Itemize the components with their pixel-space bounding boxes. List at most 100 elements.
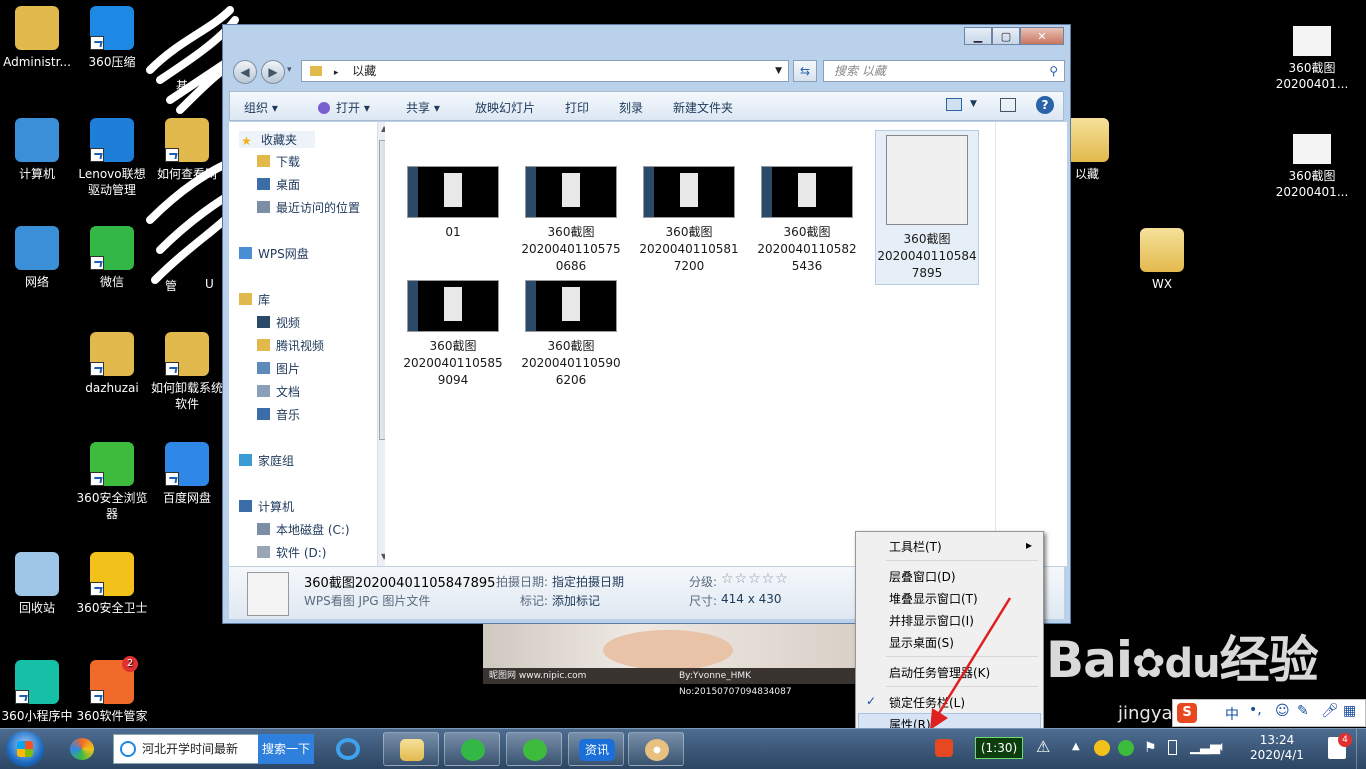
sogou-logo-icon[interactable]: S [1177,703,1197,723]
nav-item-11[interactable]: 家庭组 [239,452,294,469]
new-folder-button[interactable]: 新建文件夹 [673,99,733,116]
breadcrumb-current[interactable]: 以藏 [352,64,376,78]
ime-language-toggle[interactable]: 中 [1225,704,1239,724]
nav-item-8[interactable]: 图片 [257,360,300,377]
address-bar[interactable]: ▸ 以藏 ▼ [301,60,789,82]
desktop-icon-14[interactable]: 2 360软件管家 [75,656,149,724]
microphone-icon[interactable]: 🎤︎ [1321,703,1339,719]
tray-360-browser-icon[interactable] [1118,740,1134,756]
sogou-tray-icon[interactable] [935,739,953,757]
help-icon[interactable]: ? [1036,96,1054,114]
skin-icon[interactable]: ✎ [1297,703,1309,719]
share-button[interactable]: 共享 ▾ [406,99,440,116]
nav-item-10[interactable]: 音乐 [257,406,300,423]
desktop-icon-0[interactable]: Administr... [0,6,74,70]
navigation-bar: ◀ ▶ ▾ ▸ 以藏 ▼ ⇆ 搜索 以藏 ⚲ [223,57,1070,87]
system-clock[interactable]: 13:24 2020/4/1 [1246,733,1308,763]
nav-item-7[interactable]: 腾讯视频 [257,337,324,354]
nav-item-4[interactable]: WPS网盘 [239,245,309,262]
tray-flag-icon[interactable]: ⚑ [1144,740,1157,756]
desktop-icon-screenshot-2[interactable]: 360截图 20200401... [1275,134,1349,200]
desktop-icon-12[interactable]: 360安全卫士 [75,552,149,616]
print-button[interactable]: 打印 [565,99,589,116]
tray-360-guard-icon[interactable] [1094,740,1110,756]
ime-punctuation-toggle[interactable]: •, [1249,702,1262,718]
tray-power-icon[interactable] [1168,740,1177,755]
nav-item-12[interactable]: 计算机 [239,498,294,515]
clock-date: 2020/4/1 [1250,748,1304,762]
back-button[interactable]: ◀ [233,60,257,84]
address-dropdown-icon[interactable]: ▼ [775,61,782,81]
desktop-icon-6[interactable]: 微信 [75,226,149,290]
file-item[interactable]: 360截图 2020040110581 7200 [633,166,745,275]
warning-icon[interactable]: ⚠ [1036,737,1050,756]
menu-item-toolbars[interactable]: 工具栏(T) [889,538,942,555]
desktop-icon-11[interactable]: 回收站 [0,552,74,616]
taskbar-app-ie[interactable] [320,732,376,766]
refresh-button[interactable]: ⇆ [793,60,817,82]
desktop-icon-13[interactable]: 360小程序中 [0,660,74,724]
taskbar-app-paint[interactable] [628,732,684,766]
desktop-icon-5[interactable]: 网络 [0,226,74,290]
maximize-button[interactable]: ▢ [992,27,1020,45]
file-item[interactable]: 360截图 2020040110575 0686 [515,166,627,275]
organize-button[interactable]: 组织 ▾ [244,99,278,116]
star-icon: ★ [241,134,252,148]
show-desktop-button[interactable] [1356,729,1366,769]
notification-icon[interactable]: 4 [1328,733,1352,759]
nav-item-13[interactable]: 本地磁盘 (C:) [257,521,350,538]
nav-item-2[interactable]: 桌面 [257,176,300,193]
taskbar-app-explorer[interactable] [383,732,439,766]
file-item[interactable]: 360截图 2020040110590 6206 [515,280,627,389]
preview-pane-icon[interactable] [1000,98,1016,112]
taskbar-app-colorful[interactable] [54,732,108,766]
desktop-icon-1[interactable]: 360压缩 [75,6,149,70]
nav-item-0[interactable]: ★ 收藏夹 [239,131,316,148]
file-item[interactable]: 360截图 2020040110584 7895 [875,130,979,285]
network-signal-icon[interactable]: ▁▃▅ [1190,740,1220,755]
nav-item-1[interactable]: 下载 [257,153,300,170]
nav-item-5[interactable]: 库 [239,291,270,308]
desktop-icon-9[interactable]: 360安全浏览器 [75,442,149,522]
tray-expand-icon[interactable]: ▲ [1072,741,1080,752]
details-tag-value[interactable]: 添加标记 [552,592,600,609]
battery-indicator[interactable]: (1:30) [975,737,1023,759]
volume-icon[interactable]: 🔈︎ [1218,739,1226,755]
desktop-icon-7[interactable]: dazhuzai [75,332,149,396]
close-button[interactable]: ✕ [1020,27,1064,45]
rating-stars[interactable]: ☆☆☆☆☆ [721,571,789,587]
nav-item-9[interactable]: 文档 [257,383,300,400]
details-date-value[interactable]: 指定拍摄日期 [552,573,624,590]
view-dropdown-icon[interactable]: ▼ [970,99,977,109]
desktop-icon-8[interactable]: 如何卸载系统软件 [150,332,224,412]
open-button[interactable]: 打开 ▾ [318,99,370,116]
desktop-icon-screenshot-1[interactable]: 360截图 20200401... [1275,26,1349,92]
emoji-icon[interactable]: ☺ [1275,703,1290,719]
desktop-icon-wx[interactable]: WX [1125,228,1199,292]
desktop-icon-2[interactable]: 计算机 [0,118,74,182]
menu-item-cascade[interactable]: 层叠窗口(D) [889,568,956,585]
file-item[interactable]: 01 [397,166,509,241]
view-options-icon[interactable] [946,98,962,111]
file-item[interactable]: 360截图 2020040110582 5436 [751,166,863,275]
taskbar-app-360-browser[interactable] [506,732,562,766]
recent-pages-chevron-icon[interactable]: ▾ [287,65,292,75]
desktop-icon-3[interactable]: Lenovo联想驱动管理 [75,118,149,198]
desktop-icon-10[interactable]: 百度网盘 [150,442,224,506]
taskbar-app-wechat[interactable] [444,732,500,766]
window-controls: ▁ ▢ ✕ [964,27,1064,45]
taskbar-app-news[interactable]: 资讯 [568,732,624,766]
taskbar-search-button[interactable]: 搜索一下 [258,734,314,764]
search-input[interactable]: 搜索 以藏 ⚲ [823,60,1065,82]
nav-item-14[interactable]: 软件 (D:) [257,544,326,561]
minimize-button[interactable]: ▁ [964,27,992,45]
nav-item-3[interactable]: 最近访问的位置 [257,199,360,216]
start-button[interactable] [6,731,44,767]
file-item[interactable]: 360截图 2020040110585 9094 [397,280,509,389]
slideshow-button[interactable]: 放映幻灯片 [475,99,535,116]
forward-button[interactable]: ▶ [261,60,285,84]
burn-button[interactable]: 刻录 [619,99,643,116]
file-thumbnail [886,135,968,225]
nav-item-6[interactable]: 视频 [257,314,300,331]
toolbox-icon[interactable]: ▦ [1343,703,1356,719]
